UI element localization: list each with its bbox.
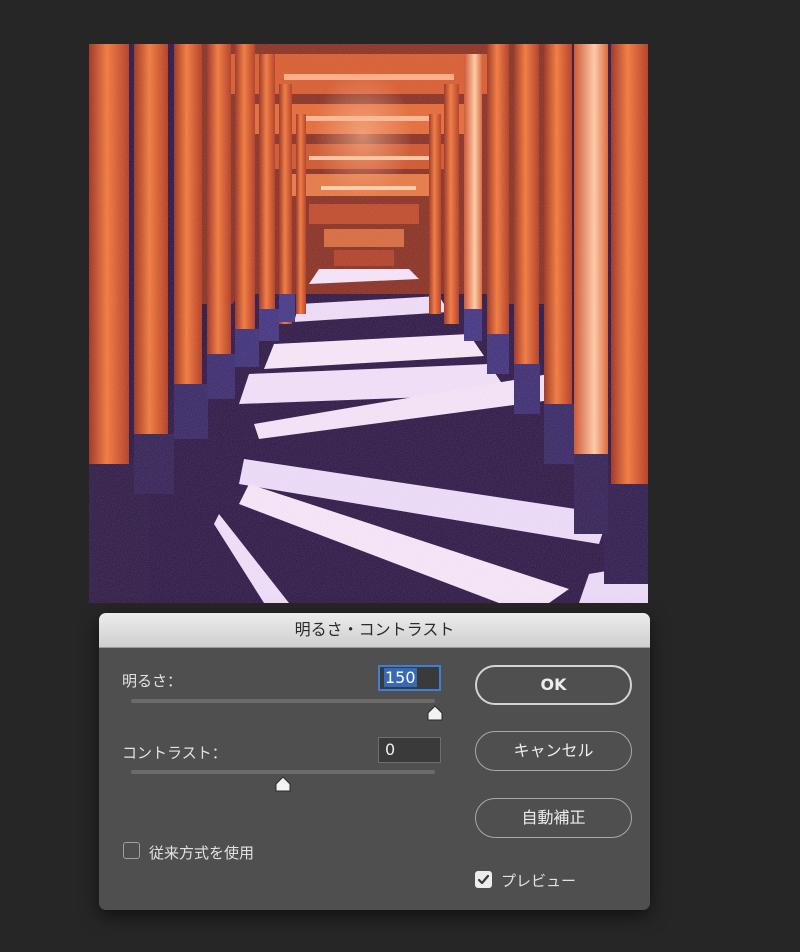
image-preview [89, 44, 648, 603]
preview-checkbox[interactable] [475, 871, 492, 888]
checkmark-icon [477, 874, 490, 885]
brightness-value: 150 [384, 668, 417, 687]
contrast-slider-track[interactable] [131, 770, 435, 774]
contrast-label: コントラスト： [122, 744, 227, 762]
preview-checkbox-label: プレビュー [501, 872, 577, 890]
brightness-input[interactable]: 150 [378, 665, 441, 691]
brightness-slider-thumb[interactable] [426, 705, 444, 721]
contrast-input[interactable]: 0 [378, 737, 441, 763]
contrast-value: 0 [385, 740, 396, 759]
brightness-label: 明るさ： [122, 672, 183, 690]
contrast-slider-thumb[interactable] [274, 776, 292, 792]
legacy-checkbox-label: 従来方式を使用 [149, 844, 255, 862]
ok-button[interactable]: OK [475, 665, 632, 705]
brightness-contrast-dialog: 明るさ・コントラスト 明るさ： 150 コントラスト： 0 OK キャンセル 自… [99, 613, 650, 910]
brightness-slider-track[interactable] [131, 699, 435, 703]
auto-button[interactable]: 自動補正 [475, 798, 632, 838]
cancel-button[interactable]: キャンセル [475, 731, 632, 771]
legacy-checkbox[interactable] [123, 842, 140, 859]
dialog-title: 明るさ・コントラスト [99, 613, 650, 648]
